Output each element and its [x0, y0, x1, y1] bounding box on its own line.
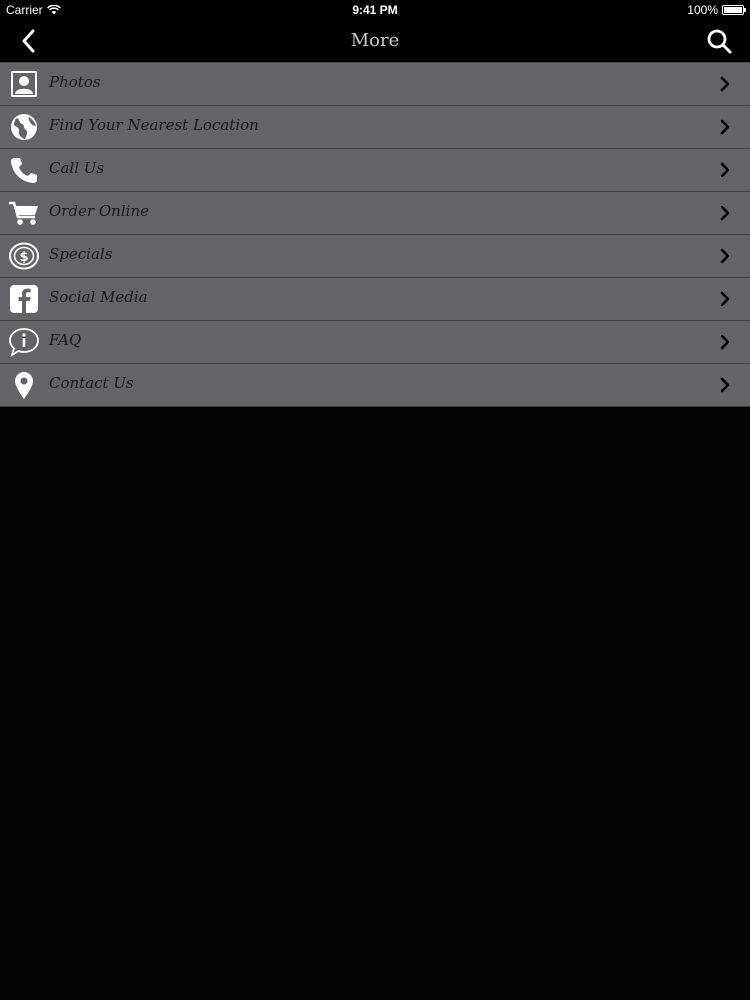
- battery-fill: [724, 7, 742, 13]
- battery-percent: 100%: [687, 3, 718, 17]
- battery-group: 100%: [687, 3, 746, 17]
- more-menu-list: Photos Find Your Nearest Location Call U…: [0, 62, 750, 407]
- menu-item-label: Specials: [49, 245, 113, 263]
- info-bubble-icon: [8, 327, 40, 357]
- menu-item-contact-us[interactable]: Contact Us: [0, 364, 750, 407]
- menu-item-find-location[interactable]: Find Your Nearest Location: [0, 106, 750, 149]
- chevron-right-icon: [720, 248, 730, 264]
- globe-icon: [8, 112, 40, 142]
- chevron-right-icon: [720, 334, 730, 350]
- battery-icon: [722, 5, 746, 15]
- page-title: More: [350, 30, 400, 51]
- menu-item-order-online[interactable]: Order Online: [0, 192, 750, 235]
- chevron-right-icon: [720, 205, 730, 221]
- map-pin-icon: [8, 370, 40, 400]
- menu-item-label: Order Online: [49, 202, 149, 220]
- menu-item-call-us[interactable]: Call Us: [0, 149, 750, 192]
- navigation-bar: More: [0, 20, 750, 62]
- phone-icon: [8, 155, 40, 185]
- status-bar: Carrier 9:41 PM 100%: [0, 0, 750, 20]
- shopping-cart-icon: [8, 198, 40, 228]
- search-button[interactable]: [704, 26, 734, 56]
- chevron-right-icon: [720, 76, 730, 92]
- menu-item-social-media[interactable]: Social Media: [0, 278, 750, 321]
- chevron-right-icon: [720, 377, 730, 393]
- status-time: 9:41 PM: [352, 3, 398, 17]
- menu-item-photos[interactable]: Photos: [0, 62, 750, 106]
- menu-item-label: FAQ: [49, 331, 82, 349]
- dollar-coin-icon: $: [8, 241, 40, 271]
- search-icon: [707, 29, 732, 54]
- menu-item-label: Photos: [49, 73, 101, 91]
- menu-item-faq[interactable]: FAQ: [0, 321, 750, 364]
- contact-card-icon: [8, 69, 40, 99]
- menu-item-specials[interactable]: $ Specials: [0, 235, 750, 278]
- chevron-right-icon: [720, 119, 730, 135]
- facebook-icon: [8, 284, 40, 314]
- chevron-right-icon: [720, 162, 730, 178]
- menu-item-label: Social Media: [49, 288, 148, 306]
- svg-text:$: $: [19, 250, 28, 265]
- chevron-right-icon: [720, 291, 730, 307]
- menu-item-label: Find Your Nearest Location: [49, 116, 259, 134]
- menu-item-label: Contact Us: [49, 374, 134, 392]
- menu-item-label: Call Us: [49, 159, 105, 177]
